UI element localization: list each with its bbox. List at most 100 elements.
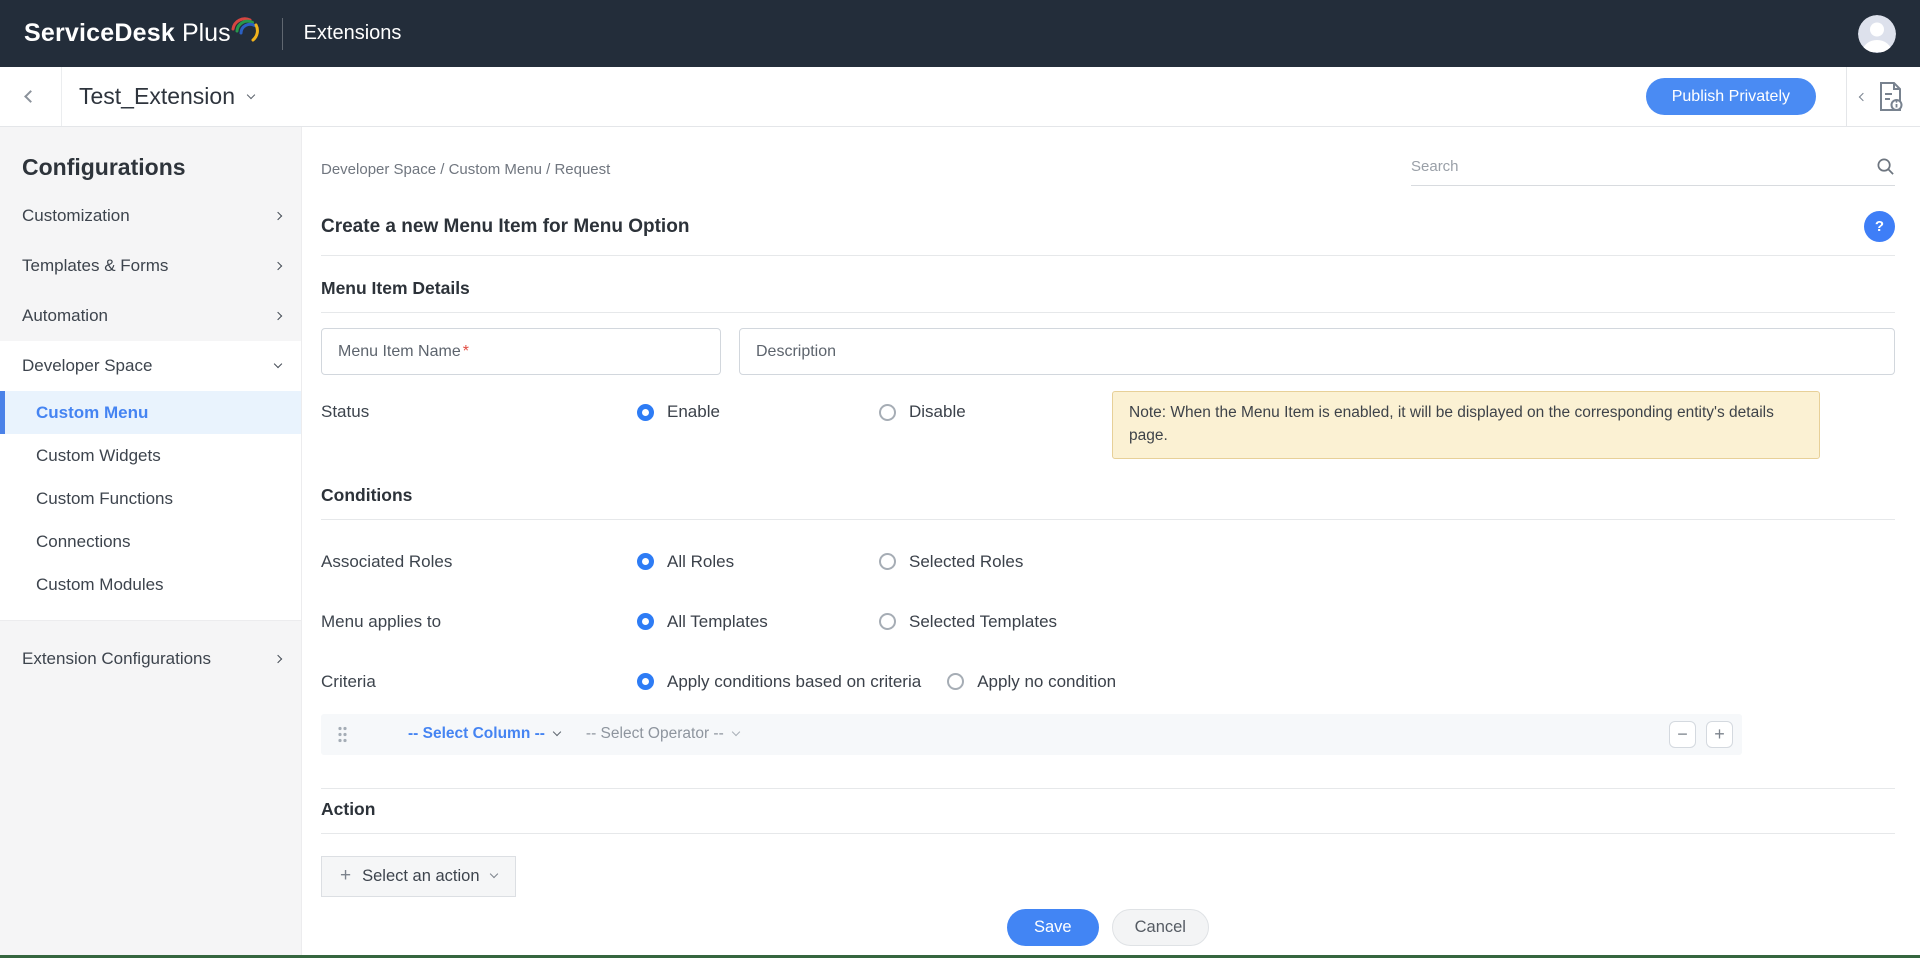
cancel-button[interactable]: Cancel: [1112, 909, 1209, 946]
menu-item-name-input[interactable]: Menu Item Name *: [321, 328, 721, 375]
sidebar-item-custom-menu[interactable]: Custom Menu: [0, 391, 301, 434]
help-button[interactable]: ?: [1864, 211, 1895, 242]
search-field: [1411, 157, 1895, 186]
radio-unselected-icon[interactable]: [947, 673, 964, 690]
back-chevron-icon: [24, 90, 37, 103]
avatar-icon: [1858, 15, 1896, 53]
sidebar-item-custom-widgets[interactable]: Custom Widgets: [0, 434, 301, 477]
all-roles-label: All Roles: [667, 552, 734, 572]
associated-roles-label: Associated Roles: [321, 552, 637, 572]
sidebar-subitem-label: Connections: [36, 532, 131, 552]
topbar-divider: [282, 18, 283, 50]
apply-conditions-option[interactable]: Apply conditions based on criteria: [637, 672, 921, 692]
required-asterisk: *: [463, 343, 469, 361]
status-label: Status: [321, 391, 637, 422]
select-operator-dropdown[interactable]: -- Select Operator --: [586, 725, 739, 743]
chevron-right-icon: [274, 655, 282, 663]
radio-selected-icon[interactable]: [637, 673, 654, 690]
apply-conditions-label: Apply conditions based on criteria: [667, 672, 921, 692]
radio-unselected-icon[interactable]: [879, 553, 896, 570]
brand-text-light: Plus: [182, 19, 231, 48]
plus-icon: +: [340, 865, 351, 887]
sidebar-item-developer-space[interactable]: Developer Space: [0, 341, 301, 391]
radio-selected-icon[interactable]: [637, 404, 654, 421]
apply-no-condition-option[interactable]: Apply no condition: [947, 672, 1116, 692]
chevron-down-icon: [274, 360, 282, 368]
disable-label: Disable: [909, 402, 966, 422]
action-heading: Action: [321, 799, 1895, 834]
chevron-right-icon: [274, 312, 282, 320]
chevron-down-icon: [553, 728, 561, 736]
status-disable-option[interactable]: Disable: [879, 402, 966, 422]
app-title: Extensions: [304, 22, 402, 45]
radio-selected-icon[interactable]: [637, 553, 654, 570]
all-roles-option[interactable]: All Roles: [637, 552, 879, 572]
radio-selected-icon[interactable]: [637, 613, 654, 630]
all-templates-label: All Templates: [667, 612, 768, 632]
sidebar-item-label: Templates & Forms: [22, 256, 168, 276]
servicedesk-plus-logo[interactable]: ServiceDesk Plus: [24, 19, 261, 48]
status-enable-option[interactable]: Enable: [637, 402, 879, 422]
user-avatar[interactable]: [1858, 15, 1896, 53]
sidebar-subitem-label: Custom Widgets: [36, 446, 161, 466]
menu-applies-label: Menu applies to: [321, 612, 637, 632]
search-input[interactable]: [1411, 158, 1876, 175]
remove-criteria-button[interactable]: −: [1669, 721, 1696, 748]
back-button[interactable]: [0, 67, 62, 126]
criteria-row: -- Select Column -- -- Select Operator -…: [321, 714, 1742, 755]
sidebar-item-customization[interactable]: Customization: [0, 191, 301, 241]
save-button[interactable]: Save: [1007, 909, 1099, 946]
chevron-down-icon: [731, 728, 739, 736]
chevron-right-icon: [274, 262, 282, 270]
sidebar-item-label: Automation: [22, 306, 108, 326]
select-operator-value: -- Select Operator --: [586, 725, 724, 743]
menu-item-name-placeholder: Menu Item Name: [338, 343, 461, 361]
sidebar-item-automation[interactable]: Automation: [0, 291, 301, 341]
description-field: [739, 328, 1895, 375]
top-app-bar: ServiceDesk Plus Extensions: [0, 0, 1920, 67]
select-column-dropdown[interactable]: -- Select Column --: [408, 725, 560, 743]
select-column-value: -- Select Column --: [408, 725, 545, 743]
search-icon[interactable]: [1876, 157, 1895, 176]
selected-roles-option[interactable]: Selected Roles: [879, 552, 1023, 572]
selected-templates-option[interactable]: Selected Templates: [879, 612, 1057, 632]
panel-collapse-icon[interactable]: [1859, 92, 1867, 100]
chevron-down-icon: [489, 870, 497, 878]
sidebar-item-custom-functions[interactable]: Custom Functions: [0, 477, 301, 520]
extension-name-dropdown[interactable]: Test_Extension: [79, 83, 254, 110]
breadcrumb[interactable]: Developer Space / Custom Menu / Request: [321, 157, 610, 178]
sidebar-item-label: Customization: [22, 206, 130, 226]
configurations-sidebar: Configurations Customization Templates &…: [0, 127, 302, 958]
sidebar-item-templates-forms[interactable]: Templates & Forms: [0, 241, 301, 291]
menu-item-details-heading: Menu Item Details: [321, 278, 1895, 313]
page-title: Create a new Menu Item for Menu Option: [321, 216, 689, 238]
enable-label: Enable: [667, 402, 720, 422]
select-action-label: Select an action: [362, 867, 479, 886]
all-templates-option[interactable]: All Templates: [637, 612, 879, 632]
chevron-right-icon: [274, 212, 282, 220]
sidebar-subitem-label: Custom Functions: [36, 489, 173, 509]
radio-unselected-icon[interactable]: [879, 613, 896, 630]
description-input[interactable]: [756, 343, 1878, 361]
release-notes-icon[interactable]: [1875, 80, 1906, 113]
add-criteria-button[interactable]: +: [1706, 721, 1733, 748]
sidebar-item-extension-configurations[interactable]: Extension Configurations: [0, 634, 301, 684]
select-action-button[interactable]: + Select an action: [321, 856, 516, 897]
app-window: ServiceDesk Plus Extensions Test_Extensi…: [0, 0, 1920, 958]
sidebar-title: Configurations: [0, 127, 301, 191]
drag-handle-icon[interactable]: [337, 726, 348, 743]
sidebar-footer: Extension Configurations: [0, 620, 301, 958]
sidebar-item-connections[interactable]: Connections: [0, 520, 301, 563]
sidebar-item-label: Extension Configurations: [22, 649, 211, 669]
publish-privately-button[interactable]: Publish Privately: [1646, 78, 1816, 115]
sidebar-subitem-label: Custom Menu: [36, 403, 148, 423]
radio-unselected-icon[interactable]: [879, 404, 896, 421]
brand-text-bold: ServiceDesk: [24, 19, 175, 48]
logo-swirl-icon: [229, 13, 261, 43]
sidebar-item-custom-modules[interactable]: Custom Modules: [0, 563, 301, 606]
status-note: Note: When the Menu Item is enabled, it …: [1112, 391, 1820, 459]
conditions-heading: Conditions: [321, 485, 1895, 520]
apply-no-condition-label: Apply no condition: [977, 672, 1116, 692]
sidebar-item-label: Developer Space: [22, 356, 152, 376]
criteria-label: Criteria: [321, 672, 637, 692]
